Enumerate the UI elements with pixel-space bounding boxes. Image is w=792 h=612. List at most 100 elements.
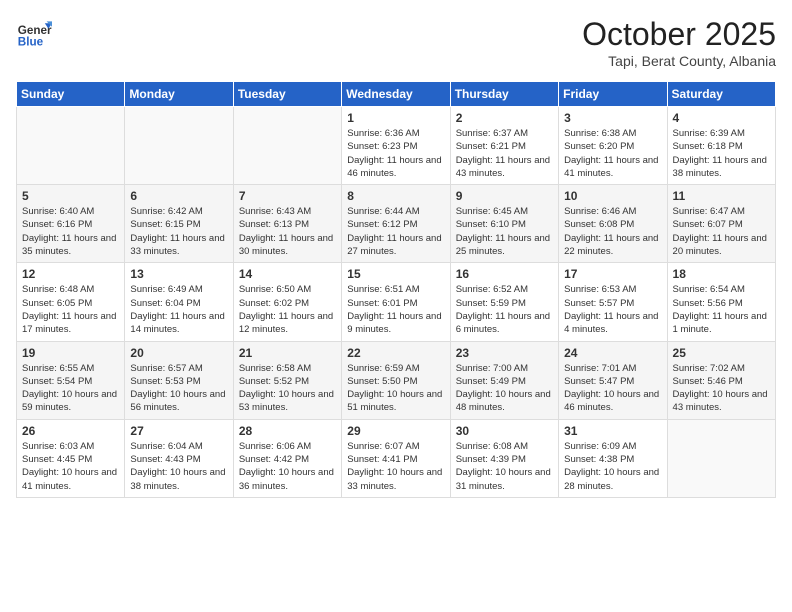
calendar-cell: 30 Sunrise: 6:08 AM Sunset: 4:39 PM Dayli… xyxy=(450,419,558,497)
calendar-cell: 16Sunrise: 6:52 AM Sunset: 5:59 PM Dayli… xyxy=(450,263,558,341)
svg-text:Blue: Blue xyxy=(18,36,44,49)
week-row-5: 26 Sunrise: 6:03 AM Sunset: 4:45 PM Dayli… xyxy=(17,419,776,497)
day-info: Sunrise: 6:06 AM Sunset: 4:42 PM Dayligh… xyxy=(239,440,336,493)
day-number: 4 xyxy=(673,111,770,125)
day-number: 6 xyxy=(130,189,227,203)
day-number: 22 xyxy=(347,346,444,360)
day-info: Sunrise: 6:09 AM Sunset: 4:38 PM Dayligh… xyxy=(564,440,661,493)
calendar-cell: 28 Sunrise: 6:06 AM Sunset: 4:42 PM Dayli… xyxy=(233,419,341,497)
calendar-cell: 6 Sunrise: 6:42 AM Sunset: 6:15 PM Daylig… xyxy=(125,185,233,263)
day-info: Sunrise: 6:48 AM Sunset: 6:05 PM Dayligh… xyxy=(22,283,119,336)
day-number: 24 xyxy=(564,346,661,360)
day-info: Sunrise: 6:55 AM Sunset: 5:54 PM Dayligh… xyxy=(22,362,119,415)
day-number: 18 xyxy=(673,267,770,281)
day-number: 27 xyxy=(130,424,227,438)
calendar-cell: 10Sunrise: 6:46 AM Sunset: 6:08 PM Dayli… xyxy=(559,185,667,263)
calendar-cell: 18 Sunrise: 6:54 AM Sunset: 5:56 PM Dayli… xyxy=(667,263,775,341)
day-number: 31 xyxy=(564,424,661,438)
calendar-cell: 17Sunrise: 6:53 AM Sunset: 5:57 PM Dayli… xyxy=(559,263,667,341)
day-info: Sunrise: 6:50 AM Sunset: 6:02 PM Dayligh… xyxy=(239,283,336,336)
day-number: 1 xyxy=(347,111,444,125)
day-header-sunday: Sunday xyxy=(17,82,125,107)
day-header-wednesday: Wednesday xyxy=(342,82,450,107)
day-info: Sunrise: 7:00 AM Sunset: 5:49 PM Dayligh… xyxy=(456,362,553,415)
calendar-cell: 24 Sunrise: 7:01 AM Sunset: 5:47 PM Dayli… xyxy=(559,341,667,419)
day-number: 13 xyxy=(130,267,227,281)
title-block: October 2025 Tapi, Berat County, Albania xyxy=(582,16,776,69)
day-number: 2 xyxy=(456,111,553,125)
day-number: 11 xyxy=(673,189,770,203)
day-header-monday: Monday xyxy=(125,82,233,107)
day-info: Sunrise: 6:47 AM Sunset: 6:07 PM Dayligh… xyxy=(673,205,770,258)
calendar-cell: 5Sunrise: 6:40 AM Sunset: 6:16 PM Daylig… xyxy=(17,185,125,263)
day-header-friday: Friday xyxy=(559,82,667,107)
day-number: 10 xyxy=(564,189,661,203)
day-info: Sunrise: 6:53 AM Sunset: 5:57 PM Dayligh… xyxy=(564,283,661,336)
day-info: Sunrise: 6:59 AM Sunset: 5:50 PM Dayligh… xyxy=(347,362,444,415)
calendar-cell: 31 Sunrise: 6:09 AM Sunset: 4:38 PM Dayli… xyxy=(559,419,667,497)
calendar-cell: 26 Sunrise: 6:03 AM Sunset: 4:45 PM Dayli… xyxy=(17,419,125,497)
calendar-cell: 7 Sunrise: 6:43 AM Sunset: 6:13 PM Daylig… xyxy=(233,185,341,263)
day-info: Sunrise: 6:43 AM Sunset: 6:13 PM Dayligh… xyxy=(239,205,336,258)
calendar-cell: 3 Sunrise: 6:38 AM Sunset: 6:20 PM Daylig… xyxy=(559,107,667,185)
logo: General Blue xyxy=(16,16,56,52)
day-number: 23 xyxy=(456,346,553,360)
calendar-cell: 8 Sunrise: 6:44 AM Sunset: 6:12 PM Daylig… xyxy=(342,185,450,263)
day-header-row: SundayMondayTuesdayWednesdayThursdayFrid… xyxy=(17,82,776,107)
day-number: 15 xyxy=(347,267,444,281)
calendar-cell: 27 Sunrise: 6:04 AM Sunset: 4:43 PM Dayli… xyxy=(125,419,233,497)
calendar-cell xyxy=(125,107,233,185)
day-info: Sunrise: 6:45 AM Sunset: 6:10 PM Dayligh… xyxy=(456,205,553,258)
calendar-cell: 11 Sunrise: 6:47 AM Sunset: 6:07 PM Dayli… xyxy=(667,185,775,263)
day-header-tuesday: Tuesday xyxy=(233,82,341,107)
calendar-cell xyxy=(17,107,125,185)
location-subtitle: Tapi, Berat County, Albania xyxy=(582,53,776,69)
day-info: Sunrise: 6:36 AM Sunset: 6:23 PM Dayligh… xyxy=(347,127,444,180)
calendar-cell xyxy=(667,419,775,497)
day-info: Sunrise: 6:44 AM Sunset: 6:12 PM Dayligh… xyxy=(347,205,444,258)
day-info: Sunrise: 7:02 AM Sunset: 5:46 PM Dayligh… xyxy=(673,362,770,415)
calendar-cell: 15 Sunrise: 6:51 AM Sunset: 6:01 PM Dayli… xyxy=(342,263,450,341)
week-row-1: 1 Sunrise: 6:36 AM Sunset: 6:23 PM Daylig… xyxy=(17,107,776,185)
calendar-cell: 1 Sunrise: 6:36 AM Sunset: 6:23 PM Daylig… xyxy=(342,107,450,185)
day-info: Sunrise: 6:39 AM Sunset: 6:18 PM Dayligh… xyxy=(673,127,770,180)
day-info: Sunrise: 6:54 AM Sunset: 5:56 PM Dayligh… xyxy=(673,283,770,336)
calendar-cell: 2Sunrise: 6:37 AM Sunset: 6:21 PM Daylig… xyxy=(450,107,558,185)
day-info: Sunrise: 7:01 AM Sunset: 5:47 PM Dayligh… xyxy=(564,362,661,415)
day-number: 8 xyxy=(347,189,444,203)
day-info: Sunrise: 6:40 AM Sunset: 6:16 PM Dayligh… xyxy=(22,205,119,258)
week-row-4: 19Sunrise: 6:55 AM Sunset: 5:54 PM Dayli… xyxy=(17,341,776,419)
calendar-cell xyxy=(233,107,341,185)
day-number: 20 xyxy=(130,346,227,360)
day-info: Sunrise: 6:51 AM Sunset: 6:01 PM Dayligh… xyxy=(347,283,444,336)
day-info: Sunrise: 6:38 AM Sunset: 6:20 PM Dayligh… xyxy=(564,127,661,180)
day-number: 29 xyxy=(347,424,444,438)
day-info: Sunrise: 6:04 AM Sunset: 4:43 PM Dayligh… xyxy=(130,440,227,493)
week-row-3: 12Sunrise: 6:48 AM Sunset: 6:05 PM Dayli… xyxy=(17,263,776,341)
day-info: Sunrise: 6:08 AM Sunset: 4:39 PM Dayligh… xyxy=(456,440,553,493)
calendar-cell: 22 Sunrise: 6:59 AM Sunset: 5:50 PM Dayli… xyxy=(342,341,450,419)
day-header-saturday: Saturday xyxy=(667,82,775,107)
calendar-cell: 25 Sunrise: 7:02 AM Sunset: 5:46 PM Dayli… xyxy=(667,341,775,419)
calendar-table: SundayMondayTuesdayWednesdayThursdayFrid… xyxy=(16,81,776,498)
day-number: 28 xyxy=(239,424,336,438)
calendar-cell: 20Sunrise: 6:57 AM Sunset: 5:53 PM Dayli… xyxy=(125,341,233,419)
calendar-cell: 4 Sunrise: 6:39 AM Sunset: 6:18 PM Daylig… xyxy=(667,107,775,185)
day-info: Sunrise: 6:49 AM Sunset: 6:04 PM Dayligh… xyxy=(130,283,227,336)
day-number: 26 xyxy=(22,424,119,438)
calendar-cell: 12Sunrise: 6:48 AM Sunset: 6:05 PM Dayli… xyxy=(17,263,125,341)
logo-icon: General Blue xyxy=(16,16,52,52)
day-number: 3 xyxy=(564,111,661,125)
day-number: 14 xyxy=(239,267,336,281)
calendar-cell: 9Sunrise: 6:45 AM Sunset: 6:10 PM Daylig… xyxy=(450,185,558,263)
day-number: 25 xyxy=(673,346,770,360)
day-info: Sunrise: 6:03 AM Sunset: 4:45 PM Dayligh… xyxy=(22,440,119,493)
day-number: 30 xyxy=(456,424,553,438)
day-info: Sunrise: 6:52 AM Sunset: 5:59 PM Dayligh… xyxy=(456,283,553,336)
calendar-cell: 29Sunrise: 6:07 AM Sunset: 4:41 PM Dayli… xyxy=(342,419,450,497)
calendar-cell: 23 Sunrise: 7:00 AM Sunset: 5:49 PM Dayli… xyxy=(450,341,558,419)
day-info: Sunrise: 6:42 AM Sunset: 6:15 PM Dayligh… xyxy=(130,205,227,258)
week-row-2: 5Sunrise: 6:40 AM Sunset: 6:16 PM Daylig… xyxy=(17,185,776,263)
calendar-cell: 14 Sunrise: 6:50 AM Sunset: 6:02 PM Dayli… xyxy=(233,263,341,341)
day-number: 7 xyxy=(239,189,336,203)
